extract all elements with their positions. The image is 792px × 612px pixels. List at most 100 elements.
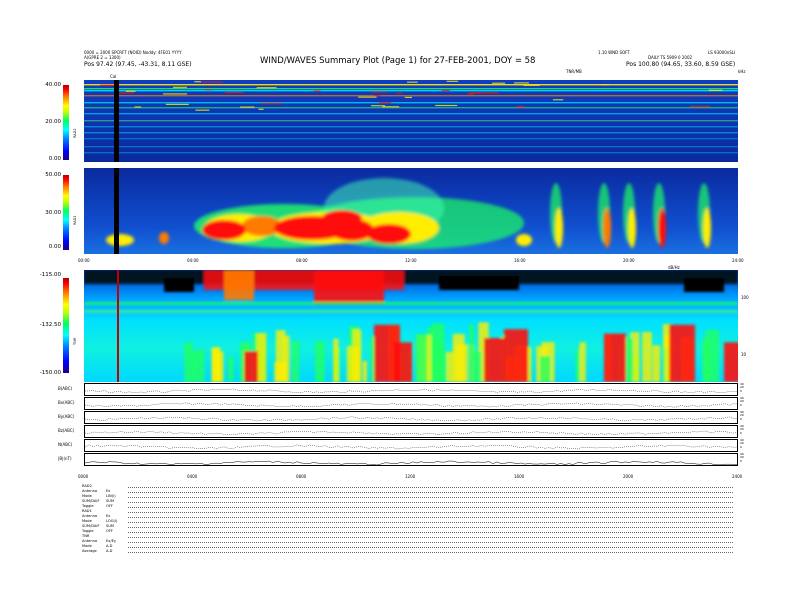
- tnr-emission: [394, 342, 412, 382]
- time-axis-label: 08:00: [296, 258, 308, 263]
- cal-label: Cal: [110, 74, 117, 79]
- metadata-value: Ex: [106, 514, 111, 518]
- rad1-emission: [628, 208, 636, 248]
- rad1-tick-top: 50.00: [45, 172, 61, 178]
- tnr-tick-top: -115.00: [39, 272, 61, 278]
- rad2-hotspot: [314, 90, 321, 92]
- tnr-spectrogram-svg: [84, 270, 738, 382]
- rad1-spectrogram-svg: [84, 168, 738, 254]
- metadata-row: RAD2: [82, 484, 106, 488]
- cal-bar-rad1: [114, 168, 119, 254]
- header-right-pos: Pos 100.80 (94.65, 33.60, 8.59 GSE): [626, 61, 736, 68]
- strip-ticks: 40 20 0: [740, 410, 744, 421]
- tnr-emission: [164, 278, 194, 292]
- metadata-key: RAD1: [82, 509, 92, 513]
- tnr-emission: [604, 333, 626, 382]
- metadata-key: Antenna: [82, 514, 98, 518]
- parameter-strip: [84, 453, 738, 466]
- rad2-hotspot: [552, 99, 564, 101]
- strip-line: [85, 444, 737, 450]
- strip-label: B(ABC): [58, 386, 73, 391]
- header-right-line2: DAILY TS 5909 0 2002: [648, 55, 693, 60]
- tnr-emission: [484, 338, 504, 382]
- strip-trace: [85, 402, 737, 408]
- metadata-row: SUM/DAIF SUM: [82, 499, 114, 503]
- rad2-hotspot: [513, 82, 529, 84]
- metadata-value: LOG(I): [106, 519, 118, 523]
- metadata-dotted-line: [128, 502, 733, 503]
- rad2-hotspot: [194, 81, 201, 83]
- rad2-hotspot: [358, 96, 377, 98]
- bottom-axis-label: 0400: [187, 474, 198, 479]
- rad2-emission-line: [84, 88, 738, 90]
- header-left-line2: A(GPRE 2 = 1300): [84, 55, 121, 60]
- rad2-hotspot: [404, 96, 413, 99]
- metadata-dotted-line: [128, 517, 733, 518]
- rad2-emission-line: [84, 107, 738, 109]
- strip-label: Bx(ABC): [58, 400, 75, 405]
- tnr-right-tick-10: 10: [741, 352, 747, 357]
- strip-tick: 0: [740, 388, 742, 393]
- header-left-pos: Pos 97.42 (97.45, -43.31, 8.11 GSE): [84, 61, 192, 68]
- strip-tick: 0: [740, 444, 742, 449]
- rad2-emission-line: [84, 102, 738, 104]
- rad2-colorbar: [63, 85, 69, 160]
- tnr-emission: [314, 270, 384, 305]
- rad2-emission-line: [84, 84, 738, 86]
- strip-ticks: 40 20 0: [740, 382, 744, 393]
- tnr-emission: [191, 352, 197, 382]
- tnr-spectrogram: [84, 270, 738, 382]
- rad2-hotspot: [256, 87, 277, 89]
- metadata-dotted-line: [128, 492, 733, 493]
- strip-tick: 0: [740, 416, 742, 421]
- tnr-tick-bottom: -150.00: [39, 370, 61, 376]
- strip-label: By(ABC): [58, 414, 75, 419]
- tnr-emission: [473, 350, 482, 382]
- parameter-strip: [84, 425, 738, 438]
- rad2-hotspot: [125, 90, 136, 92]
- metadata-key: RAD2: [82, 484, 92, 488]
- rad2-hotspot: [195, 109, 210, 111]
- strip-tick: 0: [740, 402, 742, 407]
- rad1-spectrogram: [84, 168, 738, 254]
- tnr-emission: [228, 356, 234, 382]
- tnr-axis-label: TNR: [73, 337, 77, 345]
- rad2-hotspot: [162, 93, 188, 95]
- page-title: WIND/WAVES Summary Plot (Page 1) for 27-…: [260, 56, 536, 66]
- metadata-key: Mode: [82, 494, 92, 498]
- metadata-key: Mode: [82, 519, 92, 523]
- metadata-key: Toggle: [82, 504, 94, 508]
- header-right-line1: 1.10 WND SOFT: [598, 50, 630, 55]
- tnr-emission: [275, 330, 286, 382]
- strip-tick: 0: [740, 430, 742, 435]
- tnr-emission: [684, 278, 724, 292]
- strip-label: |B|(nT): [58, 456, 72, 461]
- rad2-hotspot: [435, 104, 458, 107]
- strip-line: [85, 416, 737, 422]
- rad2-hotspot: [382, 106, 400, 108]
- tnr-emission: [439, 276, 519, 290]
- metadata-row: SUM/DAIF SUM: [82, 524, 114, 528]
- time-axis-label: 20:00: [623, 258, 635, 263]
- time-axis-label: 12:00: [405, 258, 417, 263]
- rad2-emission-line: [84, 113, 738, 115]
- bottom-axis-label: 2000: [623, 474, 634, 479]
- rad1-emission: [106, 234, 134, 246]
- metadata-row: Mode LOG(I): [82, 519, 117, 523]
- rad2-emission-line: [84, 132, 738, 134]
- rad2-emission-line: [84, 146, 738, 148]
- rad1-emission: [703, 208, 711, 248]
- rad2-tick-top: 40.00: [45, 82, 61, 88]
- rad2-spectrogram: [84, 80, 738, 162]
- tnr-emission: [346, 346, 360, 382]
- metadata-row: Toggle OFF: [82, 504, 113, 508]
- rad1-emission: [658, 208, 666, 248]
- metadata-dotted-line: [128, 512, 733, 513]
- tnr-emission: [435, 351, 447, 382]
- rad2-hotspot: [601, 84, 610, 86]
- tnr-cal-line: [117, 270, 119, 382]
- tnr-emission: [642, 331, 652, 382]
- rad2-hotspot: [478, 92, 499, 94]
- rad2-hotspot: [205, 89, 212, 91]
- tnr-colorbar: [63, 278, 69, 373]
